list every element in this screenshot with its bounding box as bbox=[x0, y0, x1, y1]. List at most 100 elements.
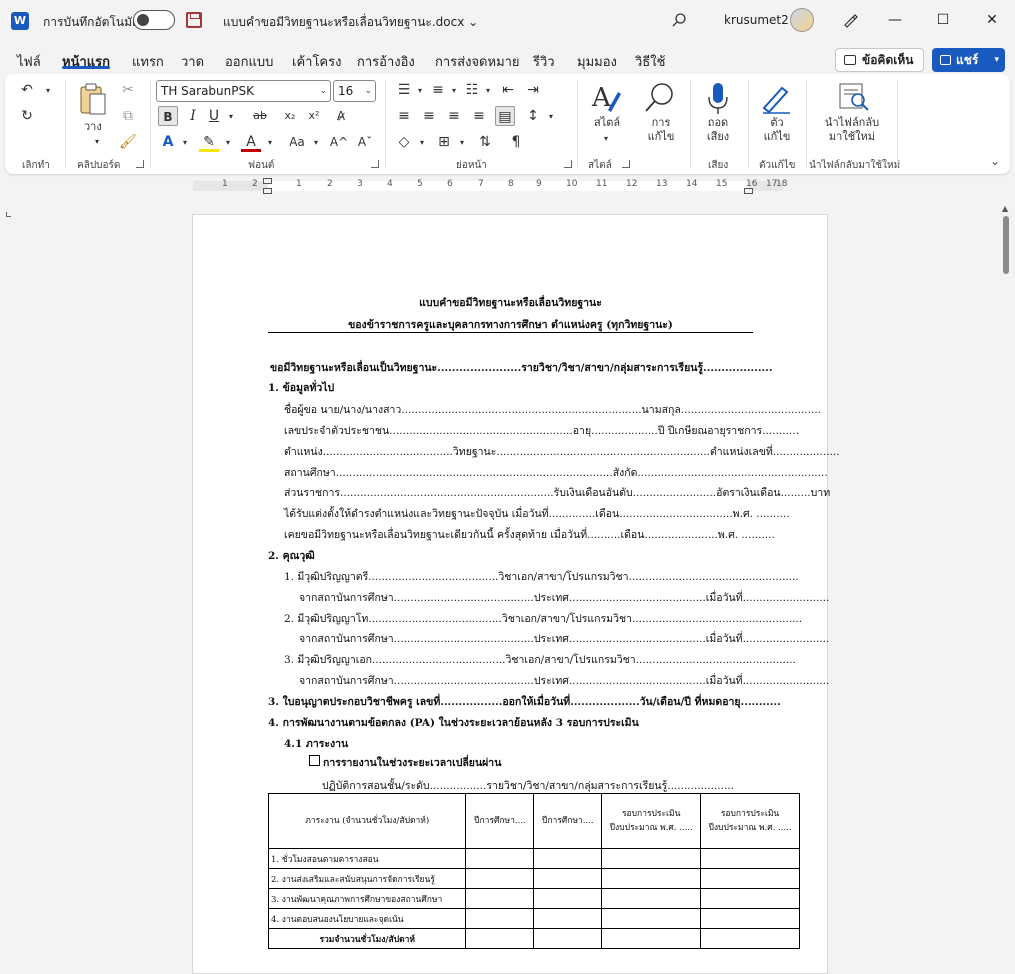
tab-view[interactable]: มุมมอง bbox=[577, 51, 617, 72]
chevron-down-icon[interactable]: ▾ bbox=[221, 107, 241, 127]
microphone-icon[interactable] bbox=[707, 82, 729, 116]
table-cell[interactable] bbox=[533, 848, 603, 869]
document-title[interactable]: แบบคำขอมีวิทยฐานะหรือเลื่อนวิทยฐานะ.docx… bbox=[223, 13, 478, 32]
strikethrough-button[interactable]: ab bbox=[250, 106, 270, 126]
tab-references[interactable]: การอ้างอิง bbox=[357, 51, 415, 72]
search-icon[interactable] bbox=[671, 12, 687, 28]
table-cell[interactable] bbox=[465, 888, 535, 909]
copy-icon[interactable]: ⧉ bbox=[118, 106, 138, 126]
undo-icon[interactable]: ↶ bbox=[17, 80, 37, 100]
shading-icon[interactable]: ◇ bbox=[394, 132, 414, 152]
chevron-down-icon[interactable]: ▾ bbox=[260, 133, 280, 153]
chevron-down-icon[interactable]: ▾ bbox=[87, 132, 107, 152]
italic-button[interactable]: I bbox=[183, 106, 203, 126]
font-size-combobox[interactable]: 16 ⌄ bbox=[333, 80, 376, 102]
tab-draw[interactable]: วาด bbox=[181, 51, 204, 72]
format-painter-icon[interactable]: 🖌 bbox=[118, 132, 138, 152]
reuse-files-icon[interactable] bbox=[838, 82, 870, 112]
username[interactable]: krusumet2 bbox=[724, 13, 789, 27]
editing-label[interactable]: การ แก้ไข bbox=[646, 116, 676, 144]
save-icon[interactable] bbox=[186, 12, 202, 28]
font-launcher-icon[interactable] bbox=[371, 160, 379, 168]
share-button[interactable]: แชร์ ▾ bbox=[932, 48, 1005, 72]
maximize-button[interactable]: ☐ bbox=[933, 10, 953, 30]
table-cell[interactable] bbox=[601, 888, 702, 909]
highlight-icon[interactable]: ✎ bbox=[199, 132, 219, 152]
chevron-down-icon[interactable]: ▾ bbox=[596, 129, 616, 149]
workload-table[interactable]: ภาระงาน (จำนวนชั่วโมง/สัปดาห์) ปีการศึกษ… bbox=[267, 793, 800, 949]
avatar[interactable] bbox=[790, 8, 814, 32]
cut-icon[interactable]: ✂ bbox=[118, 80, 138, 100]
font-color-icon[interactable]: A bbox=[241, 132, 261, 152]
table-cell[interactable] bbox=[601, 848, 702, 869]
scrollbar-thumb[interactable] bbox=[1003, 216, 1009, 274]
tab-selector-icon[interactable] bbox=[6, 212, 11, 217]
tab-insert[interactable]: แทรก bbox=[132, 51, 164, 72]
styles-label[interactable]: สไตล์ bbox=[594, 116, 620, 130]
table-cell[interactable] bbox=[533, 908, 603, 929]
distributed-icon[interactable]: ▤ bbox=[495, 106, 515, 126]
table-cell[interactable] bbox=[601, 908, 702, 929]
scroll-up-arrow-icon[interactable]: ▲ bbox=[1002, 204, 1008, 213]
chevron-down-icon[interactable]: ▾ bbox=[452, 133, 472, 153]
table-cell[interactable] bbox=[533, 868, 603, 889]
table-cell[interactable] bbox=[465, 908, 535, 929]
chevron-down-icon[interactable]: ▾ bbox=[306, 133, 326, 153]
find-search-icon[interactable] bbox=[643, 80, 677, 114]
bold-button[interactable]: B bbox=[158, 106, 178, 126]
pilcrow-icon[interactable]: ¶ bbox=[506, 132, 526, 152]
clipboard-launcher-icon[interactable] bbox=[136, 160, 144, 168]
clear-formatting-icon[interactable]: A̷ bbox=[331, 106, 351, 126]
first-line-indent-marker[interactable] bbox=[263, 178, 272, 184]
chevron-down-icon[interactable]: ▾ bbox=[444, 81, 464, 101]
align-right-icon[interactable]: ≡ bbox=[444, 106, 464, 126]
chevron-down-icon[interactable]: ▾ bbox=[541, 107, 561, 127]
comments-button[interactable]: ข้อคิดเห็น bbox=[835, 48, 924, 72]
table-cell[interactable] bbox=[465, 848, 535, 869]
hanging-indent-marker[interactable] bbox=[263, 188, 272, 194]
vertical-scrollbar[interactable]: ▲ bbox=[999, 200, 1013, 956]
align-left-icon[interactable]: ≡ bbox=[394, 106, 414, 126]
table-cell[interactable] bbox=[700, 908, 800, 929]
align-center-icon[interactable]: ≡ bbox=[419, 106, 439, 126]
redo-icon[interactable]: ↻ bbox=[17, 106, 37, 126]
sort-icon[interactable]: ⇅ bbox=[475, 132, 495, 152]
chevron-down-icon[interactable]: ▾ bbox=[218, 133, 238, 153]
tab-file[interactable]: ไฟล์ bbox=[17, 51, 41, 72]
chevron-down-icon[interactable]: ▾ bbox=[412, 133, 432, 153]
borders-icon[interactable]: ⊞ bbox=[434, 132, 454, 152]
table-cell[interactable] bbox=[533, 888, 603, 909]
chevron-down-icon[interactable]: ▾ bbox=[175, 133, 195, 153]
designer-pen-icon[interactable] bbox=[842, 12, 858, 28]
styles-icon[interactable]: A bbox=[590, 82, 622, 114]
dictate-label[interactable]: ถอด เสียง bbox=[704, 116, 732, 144]
table-cell[interactable] bbox=[700, 868, 800, 889]
table-cell[interactable] bbox=[465, 928, 535, 949]
subscript-button[interactable]: x₂ bbox=[280, 106, 300, 126]
table-cell[interactable] bbox=[601, 868, 702, 889]
shrink-font-icon[interactable]: Aˇ bbox=[355, 132, 375, 152]
table-cell[interactable] bbox=[601, 928, 702, 949]
table-cell[interactable] bbox=[465, 868, 535, 889]
close-button[interactable]: ✕ bbox=[982, 10, 1002, 30]
editor-label[interactable]: ตัว แก้ไข bbox=[763, 116, 791, 144]
line-spacing-icon[interactable]: ↕ bbox=[523, 106, 543, 126]
collapse-ribbon-chevron-icon[interactable]: ⌄ bbox=[990, 154, 1000, 168]
editor-pen-icon[interactable] bbox=[760, 82, 792, 114]
justify-icon[interactable]: ≡ bbox=[469, 106, 489, 126]
transition-checkbox[interactable] bbox=[309, 755, 320, 766]
font-name-combobox[interactable]: TH SarabunPSK ⌄ bbox=[156, 80, 331, 102]
styles-launcher-icon[interactable] bbox=[622, 160, 630, 168]
chevron-down-icon[interactable]: ▾ bbox=[410, 81, 430, 101]
increase-indent-icon[interactable]: ⇥ bbox=[523, 80, 543, 100]
table-cell[interactable] bbox=[700, 888, 800, 909]
table-cell[interactable] bbox=[533, 928, 603, 949]
chevron-down-icon[interactable]: ▾ bbox=[38, 81, 58, 101]
tab-help[interactable]: วิธีใช้ bbox=[635, 51, 665, 72]
superscript-button[interactable]: x² bbox=[304, 106, 324, 126]
reuse-files-label[interactable]: นำไฟล์กลับ มาใช้ใหม่ bbox=[817, 116, 887, 144]
paragraph-launcher-icon[interactable] bbox=[564, 160, 572, 168]
tab-design[interactable]: ออกแบบ bbox=[225, 51, 273, 72]
tab-review[interactable]: รีวิว bbox=[533, 51, 555, 72]
minimize-button[interactable]: — bbox=[885, 10, 905, 30]
